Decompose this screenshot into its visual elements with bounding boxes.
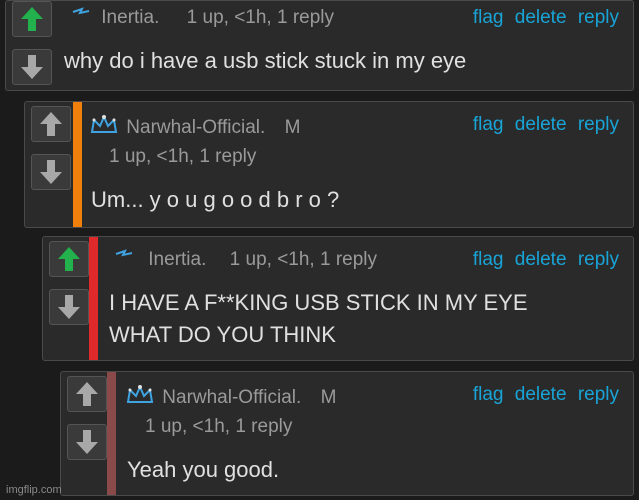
downvote-button[interactable] [49,289,89,325]
delete-link[interactable]: delete [515,249,567,270]
comment-line: Um... y o u g o o d b r o ? [91,187,340,212]
arrow-up-icon [40,112,62,136]
downvote-button[interactable] [12,49,52,85]
vote-column [6,1,58,90]
reply-link[interactable]: reply [578,114,619,135]
comment-body: why do i have a usb stick stuck in my ey… [64,45,466,77]
reply-link[interactable]: reply [578,249,619,270]
comment-body: I HAVE A F**KING USB STICK IN MY EYE WHA… [109,287,528,351]
downvote-button[interactable] [67,424,107,460]
reply-link[interactable]: reply [578,384,619,405]
flag-link[interactable]: flag [473,114,504,135]
lightning-icon [113,249,135,271]
comment-4: Narwhal-Official. M 1 up, <1h, 1 reply f… [60,371,634,496]
comment-actions: flag delete reply [467,249,619,271]
vote-column [25,102,77,227]
flag-link[interactable]: flag [473,249,504,270]
upvote-button[interactable] [49,241,89,277]
comment-meta: Narwhal-Official. M [125,384,336,412]
comment-line: why do i have a usb stick stuck in my ey… [64,48,467,73]
upvote-button[interactable] [31,106,71,142]
reply-link[interactable]: reply [578,7,619,28]
reply-accent-bar [89,237,98,360]
comment-line: Yeah you good. [127,457,280,482]
username[interactable]: Narwhal-Official. [126,117,265,138]
lightning-icon [70,7,92,29]
vote-column [43,237,95,360]
comment-line: WHAT DO YOU THINK [109,322,336,347]
delete-link[interactable]: delete [515,384,567,405]
comment-body: Um... y o u g o o d b r o ? [91,184,339,216]
arrow-up-icon [21,7,43,31]
username[interactable]: Narwhal-Official. [162,387,301,408]
arrow-down-icon [21,55,43,79]
crown-icon [89,114,119,142]
comment-stats: 1 up, <1h, 1 reply [145,416,293,437]
comment-body: Yeah you good. [127,454,279,486]
comment-2: Narwhal-Official. M 1 up, <1h, 1 reply f… [24,101,634,228]
reply-accent-bar [107,372,116,495]
comment-actions: flag delete reply [467,384,619,406]
comment-3: Inertia. 1 up, <1h, 1 reply flag delete … [42,236,634,361]
comment-1: Inertia. 1 up, <1h, 1 reply flag delete … [5,0,634,91]
arrow-down-icon [58,295,80,319]
comment-meta: Inertia. 1 up, <1h, 1 reply [113,249,377,271]
arrow-down-icon [40,160,62,184]
watermark: imgflip.com [6,484,62,496]
arrow-up-icon [76,382,98,406]
reply-accent-bar [73,102,82,227]
flag-link[interactable]: flag [473,7,504,28]
comment-line: I HAVE A F**KING USB STICK IN MY EYE [109,290,528,315]
vote-column [61,372,113,495]
comment-meta: Narwhal-Official. M [89,114,300,142]
mod-badge: M [320,387,337,409]
crown-icon [125,384,155,412]
flag-link[interactable]: flag [473,384,504,405]
arrow-up-icon [58,247,80,271]
comment-actions: flag delete reply [467,114,619,136]
delete-link[interactable]: delete [515,114,567,135]
downvote-button[interactable] [31,154,71,190]
delete-link[interactable]: delete [515,7,567,28]
comment-stats: 1 up, <1h, 1 reply [229,249,378,271]
username[interactable]: Inertia. [148,249,206,270]
upvote-button[interactable] [67,376,107,412]
username[interactable]: Inertia. [101,7,159,28]
comment-actions: flag delete reply [467,7,619,29]
upvote-button[interactable] [12,1,52,37]
comment-stats: 1 up, <1h, 1 reply [186,7,335,29]
comment-meta: Inertia. 1 up, <1h, 1 reply [70,7,334,29]
comment-stats: 1 up, <1h, 1 reply [109,146,257,167]
arrow-down-icon [76,430,98,454]
mod-badge: M [284,117,301,139]
